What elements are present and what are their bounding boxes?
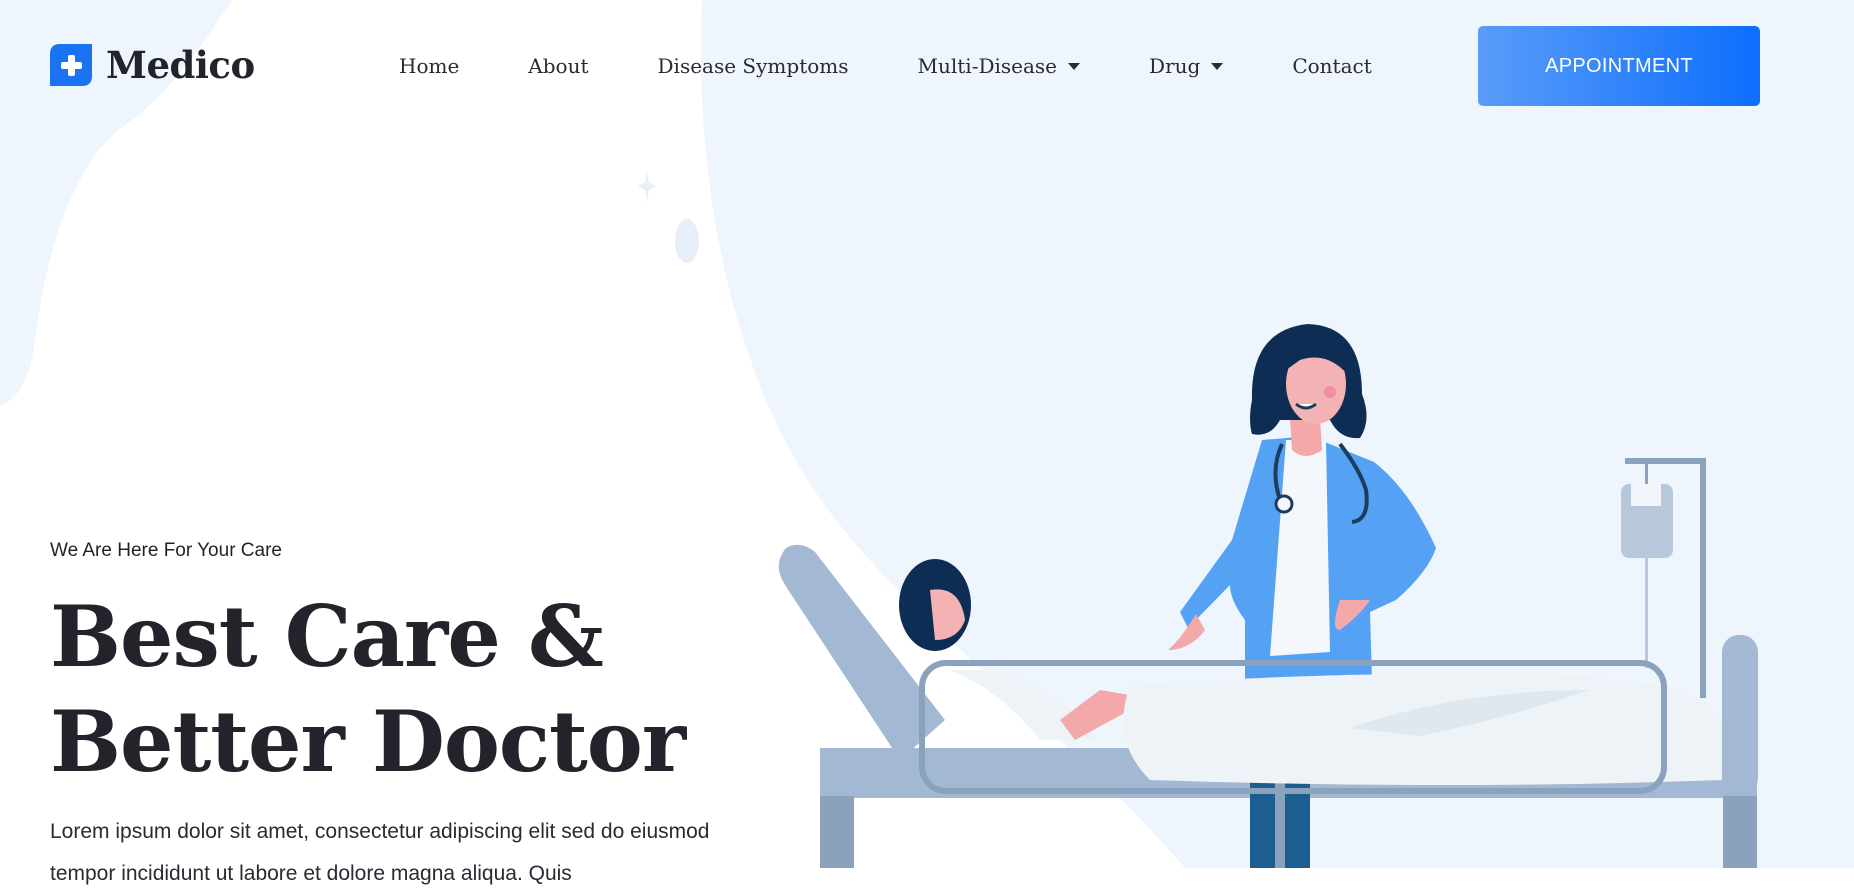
nav-item-about[interactable]: About xyxy=(528,54,588,78)
hero-description: Lorem ipsum dolor sit amet, consectetur … xyxy=(50,820,710,885)
decor-sparkle-icon xyxy=(638,172,656,202)
nav-item-label: Home xyxy=(399,54,460,78)
hero-kicker: We Are Here For Your Care xyxy=(50,540,282,561)
nav-item-multi-disease[interactable]: Multi-Disease xyxy=(918,54,1081,78)
caret-down-icon xyxy=(1068,62,1081,70)
nav-item-label: Multi-Disease xyxy=(917,54,1058,78)
nav-item-drug[interactable]: Drug xyxy=(1149,54,1224,78)
brand-name: Medico xyxy=(106,43,255,87)
nav-item-label: Disease Symptoms xyxy=(657,54,849,78)
hero-section: We Are Here For Your Care Best Care & Be… xyxy=(50,540,750,895)
decor-drop-shape xyxy=(675,219,699,263)
doctor-figure xyxy=(1168,324,1436,685)
appointment-button[interactable]: APPOINTMENT xyxy=(1478,26,1760,106)
hero-title: Best Care & Better Doctor xyxy=(50,584,750,794)
nav-item-contact[interactable]: Contact xyxy=(1292,54,1371,78)
plus-cross-icon xyxy=(50,44,92,86)
nav-item-label: Contact xyxy=(1292,54,1372,78)
nav-item-disease-symptoms[interactable]: Disease Symptoms xyxy=(658,54,849,78)
nav-item-label: Drug xyxy=(1149,54,1201,78)
hero-title-line-2: Better Doctor xyxy=(50,692,686,791)
hero-title-line-1: Best Care & xyxy=(50,587,604,686)
brand-logo[interactable]: Medico xyxy=(50,44,255,86)
nav-item-label: About xyxy=(528,54,589,78)
caret-down-icon xyxy=(1211,62,1224,70)
doctor-patient-illustration xyxy=(778,324,1758,868)
site-header: Medico Home About Disease Symptoms Multi… xyxy=(0,0,1854,132)
main-nav: Home About Disease Symptoms Multi-Diseas… xyxy=(399,48,1372,84)
nav-item-home[interactable]: Home xyxy=(399,54,459,78)
